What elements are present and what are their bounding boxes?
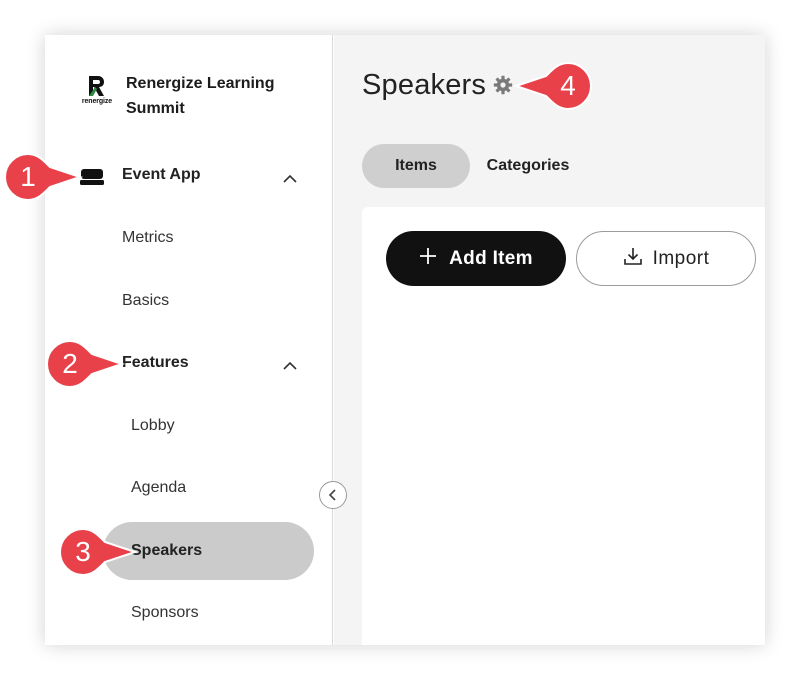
chevron-left-icon [328, 489, 336, 501]
sidebar-item-sponsors[interactable]: Sponsors [45, 593, 333, 633]
sidebar-item-lobby[interactable]: Lobby [45, 406, 333, 446]
tab-items[interactable]: Items [362, 144, 470, 188]
callout-marker: 3 [59, 527, 139, 577]
sidebar-item-label: Features [122, 354, 189, 371]
chevron-up-icon[interactable] [283, 170, 297, 188]
callout-marker: 4 [512, 61, 592, 111]
callout-number: 2 [62, 348, 78, 379]
brand: renergize Renergize Learning Summit [77, 75, 296, 121]
add-item-button[interactable]: Add Item [386, 231, 566, 286]
sidebar-item-agenda[interactable]: Agenda [45, 468, 333, 508]
page-header: Speakers [362, 69, 513, 102]
add-item-label: Add Item [449, 247, 533, 269]
logo-mark-icon [89, 76, 104, 96]
brand-name: Renergize Learning Summit [126, 75, 275, 117]
callout-number: 4 [560, 70, 576, 101]
import-label: Import [652, 247, 710, 269]
sidebar-item-label: Event App [122, 166, 201, 183]
plus-icon [419, 247, 437, 271]
main-panel: Speakers Items Categories Add Item Impor… [334, 35, 765, 645]
sidebar-item-basics[interactable]: Basics [45, 281, 333, 321]
import-button[interactable]: Import [576, 231, 756, 286]
callout-marker: 2 [46, 339, 126, 389]
callout-marker: 1 [4, 152, 84, 202]
sidebar-item-label: Sponsors [131, 604, 199, 621]
callout-number: 1 [20, 161, 36, 192]
content-card: Add Item Import [362, 207, 765, 645]
sidebar-item-label: Agenda [131, 479, 187, 496]
tab-categories[interactable]: Categories [484, 144, 572, 188]
sidebar-item-event-app[interactable]: Event App [45, 156, 333, 196]
chevron-up-icon[interactable] [283, 357, 297, 375]
sidebar-item-label: Metrics [122, 229, 174, 246]
page-title: Speakers [362, 69, 487, 101]
brand-logo: renergize [77, 75, 117, 115]
callout-number: 3 [75, 536, 91, 567]
collapse-sidebar-button[interactable] [319, 481, 347, 509]
brand-wordmark: renergize [81, 98, 113, 105]
download-icon [623, 246, 643, 272]
sidebar-item-label: Lobby [131, 417, 175, 434]
app-window: renergize Renergize Learning Summit Even… [45, 35, 765, 645]
sidebar-item-label: Basics [122, 292, 170, 309]
sidebar-item-metrics[interactable]: Metrics [45, 218, 333, 258]
gear-icon[interactable] [493, 75, 513, 100]
sidebar-item-label: Speakers [131, 542, 203, 559]
